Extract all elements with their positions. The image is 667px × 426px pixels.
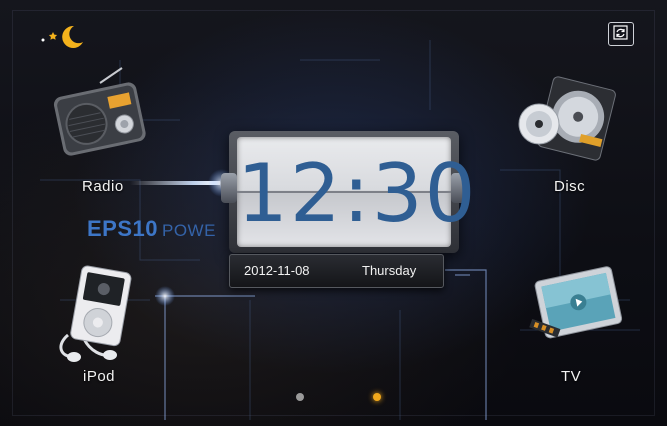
- tv-app-button[interactable]: [522, 265, 627, 360]
- date-text: 2012-11-08: [244, 263, 310, 278]
- page-dot-1[interactable]: [296, 393, 304, 401]
- disc-label: Disc: [554, 178, 586, 195]
- date-bar: 2012-11-08 Thursday: [229, 254, 444, 288]
- switch-screen-icon: [613, 25, 628, 40]
- tv-label: TV: [561, 368, 582, 385]
- ipod-app-button[interactable]: [50, 265, 140, 365]
- watermark-brand: EPS10: [87, 216, 158, 241]
- clock-time: 12:30: [237, 147, 478, 240]
- clock-left-hinge: [221, 173, 237, 203]
- radio-app-button[interactable]: [50, 65, 150, 165]
- watermark-text: EPS10 POWE: [87, 216, 216, 242]
- page-dot-2-active[interactable]: [373, 393, 381, 401]
- home-screen: Radio EPS10 POWE Disc iPod TV 12:30 2012…: [0, 0, 667, 426]
- disc-app-button[interactable]: [515, 72, 620, 172]
- moon-stars-icon[interactable]: [36, 22, 86, 50]
- ipod-label: iPod: [83, 368, 116, 385]
- ipod-icon: [59, 265, 132, 362]
- clock-face: 12:30: [237, 137, 478, 247]
- disc-icon: [518, 76, 616, 161]
- watermark-suffix: POWE: [162, 221, 216, 240]
- switch-screen-button[interactable]: [608, 22, 634, 46]
- radio-icon: [53, 67, 146, 156]
- radio-label: Radio: [82, 178, 124, 195]
- day-text: Thursday: [362, 263, 417, 278]
- tv-icon: [529, 266, 623, 339]
- flip-clock[interactable]: 12:30: [221, 131, 478, 253]
